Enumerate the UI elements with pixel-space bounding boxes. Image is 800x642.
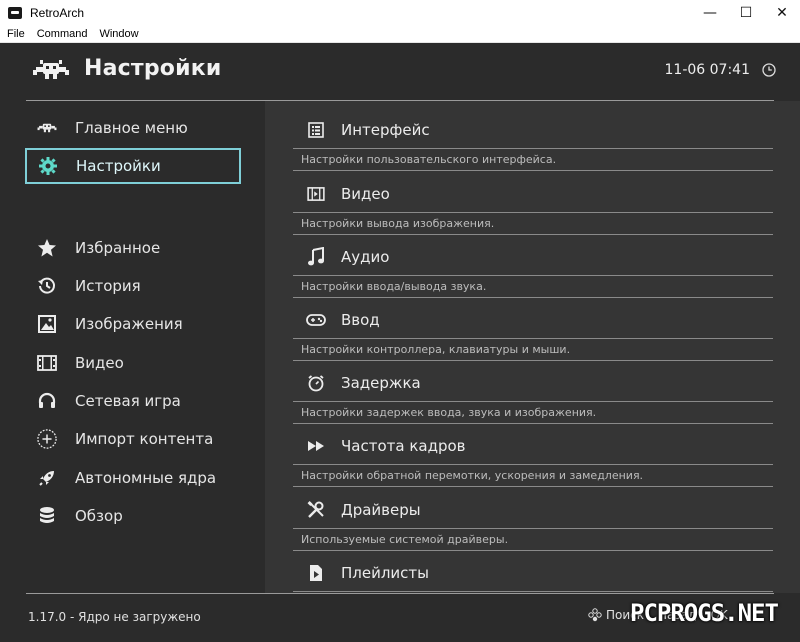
- clock: 11-06 07:41: [664, 62, 750, 78]
- sidebar-item-label: Избранное: [75, 239, 161, 257]
- entry-title: Аудио: [341, 248, 390, 266]
- entry-description: Настройки задержек ввода, звука и изобра…: [301, 406, 597, 419]
- database-icon: [37, 506, 57, 526]
- sidebar-item-label: Главное меню: [75, 119, 188, 137]
- film-icon: [306, 184, 326, 204]
- entry-title: Драйверы: [341, 501, 421, 519]
- entry-description: Настройки контроллера, клавиатуры и мыши…: [301, 343, 571, 356]
- sidebar-item-label: Изображения: [75, 315, 183, 333]
- list-icon: [306, 120, 326, 140]
- footer: 1.17.0 - Ядро не загружено Поиск Назад O…: [0, 594, 800, 642]
- entry-description: Настройки ввода/вывода звука.: [301, 280, 487, 293]
- window-title: RetroArch: [30, 5, 85, 20]
- entry-title: Видео: [341, 185, 390, 203]
- gear-icon: [38, 156, 58, 176]
- sidebar-item-netplay[interactable]: Сетевая игра: [26, 384, 240, 418]
- entry-title: Задержка: [341, 374, 421, 392]
- retroarch-logo-icon: [33, 60, 69, 79]
- sidebar: Главное меню Настройки Избранное История…: [0, 101, 265, 593]
- history-icon: [37, 276, 57, 296]
- entry-title: Плейлисты: [341, 564, 430, 582]
- sidebar-item-main-menu[interactable]: Главное меню: [26, 111, 240, 145]
- maximize-button[interactable]: ☐: [728, 0, 764, 25]
- fast-forward-icon: [306, 436, 326, 456]
- retroarch-app: Настройки 11-06 07:41 Главное меню Настр…: [0, 43, 800, 642]
- plus-circle-icon: [37, 429, 57, 449]
- entry-description: Настройки обратной перемотки, ускорения …: [301, 469, 644, 482]
- settings-list: Интерфейс Настройки пользовательского ин…: [265, 101, 800, 593]
- menu-command[interactable]: Command: [37, 28, 88, 40]
- sidebar-item-label: Настройки: [76, 157, 161, 175]
- controller-buttons-icon: [588, 608, 602, 622]
- menu-window[interactable]: Window: [99, 28, 138, 40]
- sidebar-item-explore[interactable]: Обзор: [26, 499, 240, 533]
- page-title: Настройки: [84, 56, 222, 81]
- entry-description: Используемые системой драйверы.: [301, 533, 509, 546]
- headset-icon: [37, 391, 57, 411]
- sidebar-item-favorites[interactable]: Избранное: [26, 231, 240, 265]
- sidebar-item-import-content[interactable]: Импорт контента: [26, 422, 240, 456]
- retroarch-app-icon: [8, 6, 22, 19]
- window-controls: — ☐ ✕: [692, 0, 800, 25]
- star-icon: [37, 238, 57, 258]
- entry-title: Ввод: [341, 311, 380, 329]
- clock-icon: [762, 63, 776, 77]
- entry-description: Настройки вывода изображения.: [301, 217, 495, 230]
- playlist-file-icon: [306, 563, 326, 583]
- music-note-icon: [306, 247, 326, 267]
- window-titlebar: RetroArch — ☐ ✕: [0, 0, 800, 25]
- stopwatch-icon: [306, 373, 326, 393]
- rocket-icon: [37, 468, 57, 488]
- gamepad-icon: [306, 310, 326, 330]
- watermark: PCPROGS.NET: [630, 599, 779, 627]
- close-button[interactable]: ✕: [764, 0, 800, 25]
- tools-icon: [306, 500, 326, 520]
- sidebar-item-images[interactable]: Изображения: [26, 307, 240, 341]
- sidebar-item-history[interactable]: История: [26, 269, 240, 303]
- entry-title: Интерфейс: [341, 121, 430, 139]
- minimize-button[interactable]: —: [692, 0, 728, 25]
- invader-icon: [37, 118, 57, 138]
- sidebar-item-standalone-cores[interactable]: Автономные ядра: [26, 461, 240, 495]
- core-status: 1.17.0 - Ядро не загружено: [28, 610, 201, 624]
- sidebar-item-label: Видео: [75, 354, 124, 372]
- sidebar-item-label: Сетевая игра: [75, 392, 181, 410]
- entry-description: Настройки пользовательского интерфейса.: [301, 153, 557, 166]
- sidebar-item-video[interactable]: Видео: [26, 346, 240, 380]
- sidebar-item-label: Обзор: [75, 507, 123, 525]
- header: Настройки 11-06 07:41: [0, 43, 800, 101]
- menu-file[interactable]: File: [7, 28, 25, 40]
- entry-title: Частота кадров: [341, 437, 466, 455]
- sidebar-item-settings[interactable]: Настройки: [25, 148, 241, 184]
- menubar: File Command Window: [0, 25, 800, 43]
- sidebar-item-label: История: [75, 277, 141, 295]
- image-icon: [37, 314, 57, 334]
- sidebar-item-label: Автономные ядра: [75, 469, 217, 487]
- film-icon: [37, 353, 57, 373]
- sidebar-item-label: Импорт контента: [75, 430, 214, 448]
